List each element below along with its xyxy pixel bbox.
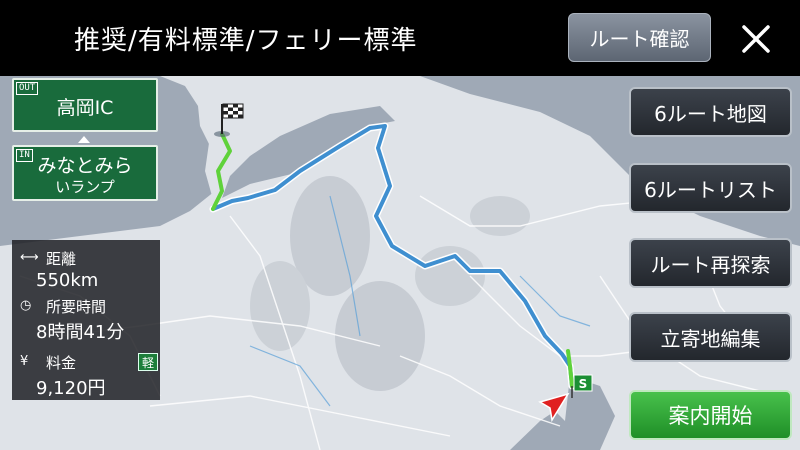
start-marker-label: S	[579, 377, 588, 391]
highway-entrance-box: IN みなとみら いランプ	[12, 145, 158, 201]
kei-vehicle-badge: 軽	[138, 353, 158, 371]
route-research-button[interactable]: ルート再探索	[629, 238, 792, 288]
distance-label: 距離	[46, 250, 77, 268]
yen-icon: ¥	[20, 354, 29, 369]
route-confirm-button[interactable]: ルート確認	[568, 13, 711, 62]
clock-icon: ◷	[20, 298, 32, 313]
time-label: 所要時間	[46, 298, 107, 316]
six-route-list-button[interactable]: 6ルートリスト	[629, 163, 792, 213]
route-summary-panel: ⟷ 距離 550km ◷ 所要時間 8時間41分 ¥ 料金 9,120円 軽	[12, 240, 160, 400]
six-route-map-button[interactable]: 6ルート地図	[629, 87, 792, 137]
exit-ic-name: 高岡IC	[56, 97, 114, 119]
highway-exit-box: OUT 高岡IC	[12, 78, 158, 132]
waypoint-edit-button[interactable]: 立寄地編集	[629, 312, 792, 362]
entrance-ic-subname: いランプ	[55, 178, 115, 196]
fee-value: 9,120円	[36, 378, 106, 399]
distance-icon: ⟷	[20, 250, 39, 265]
time-value: 8時間41分	[36, 322, 125, 343]
close-icon[interactable]	[735, 18, 777, 60]
distance-value: 550km	[36, 270, 99, 291]
chevron-up-icon	[78, 136, 90, 143]
start-guidance-button[interactable]: 案内開始	[629, 390, 792, 440]
entrance-ic-name: みなとみら	[37, 155, 133, 177]
fee-label: 料金	[46, 354, 77, 372]
top-bar: 推奨/有料標準/フェリー標準 ルート確認	[0, 0, 800, 76]
route-condition-title: 推奨/有料標準/フェリー標準	[74, 26, 418, 56]
